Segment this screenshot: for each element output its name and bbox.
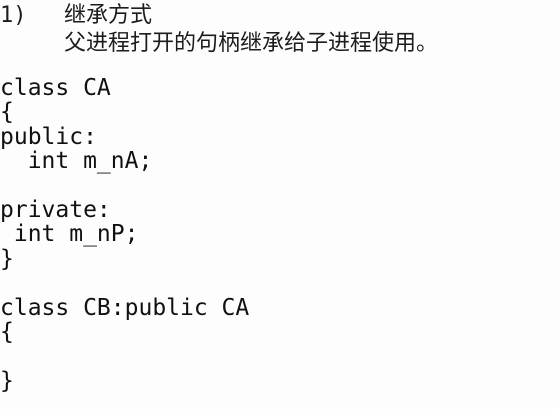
section-title: 继承方式 [64,3,153,28]
code-line: int m_nP; [0,221,139,248]
code-line: class CB:public CA [0,294,250,321]
slide: 1) 继承方式 父进程打开的句柄继承给子进程使用。 class CA { pub… [0,0,559,409]
code-block: class CA { public: int m_nA; private: in… [0,76,249,393]
code-line: private: [0,196,111,223]
code-line: { [0,99,14,126]
section-number: 1) [0,3,27,28]
code-line: { [0,318,14,345]
section-description: 父进程打开的句柄继承给子进程使用。 [64,31,439,56]
code-line: public: [0,123,97,150]
code-line: } [0,245,14,272]
code-line: int m_nA; [0,148,153,175]
code-line: } [0,367,14,394]
code-line: class CA [0,75,111,101]
